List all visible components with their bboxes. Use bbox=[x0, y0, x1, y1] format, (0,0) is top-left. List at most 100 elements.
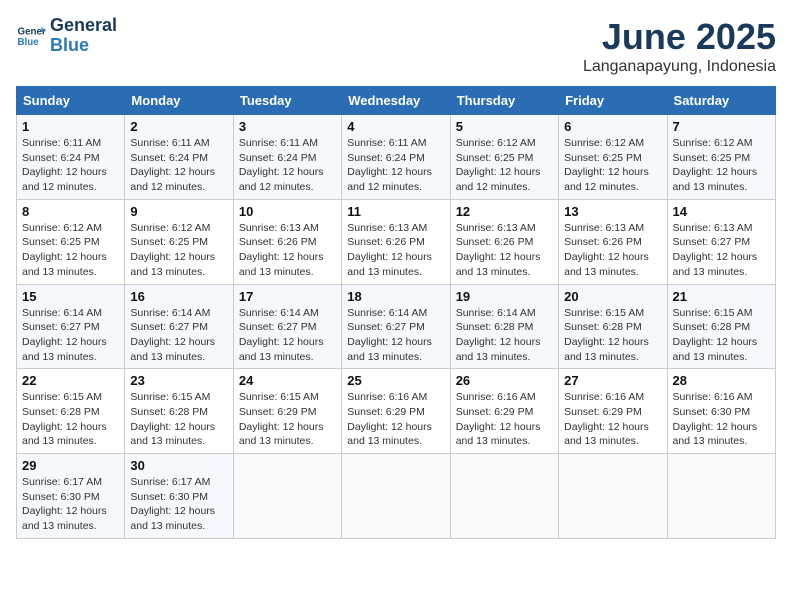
day-number: 29 bbox=[22, 458, 119, 473]
day-number: 27 bbox=[564, 373, 661, 388]
calendar-header: SundayMondayTuesdayWednesdayThursdayFrid… bbox=[17, 87, 776, 115]
calendar-cell: 30Sunrise: 6:17 AMSunset: 6:30 PMDayligh… bbox=[125, 454, 233, 539]
cell-info: Sunrise: 6:13 AMSunset: 6:26 PMDaylight:… bbox=[239, 221, 336, 280]
logo-text: General Blue bbox=[50, 16, 117, 56]
day-number: 7 bbox=[673, 119, 770, 134]
cell-info: Sunrise: 6:15 AMSunset: 6:28 PMDaylight:… bbox=[22, 390, 119, 449]
day-number: 6 bbox=[564, 119, 661, 134]
calendar-cell: 4 Sunrise: 6:11 AMSunset: 6:24 PMDaylight… bbox=[342, 115, 450, 200]
day-number: 5 bbox=[456, 119, 553, 134]
title-block: June 2025 Langanapayung, Indonesia bbox=[583, 16, 776, 76]
day-number: 19 bbox=[456, 289, 553, 304]
calendar-cell: 10 Sunrise: 6:13 AMSunset: 6:26 PMDayligh… bbox=[233, 199, 341, 284]
logo-line2: Blue bbox=[50, 36, 117, 56]
calendar-week-row: 15 Sunrise: 6:14 AMSunset: 6:27 PMDayligh… bbox=[17, 284, 776, 369]
cell-info: Sunrise: 6:12 AMSunset: 6:25 PMDaylight:… bbox=[456, 136, 553, 195]
cell-info: Sunrise: 6:16 AMSunset: 6:29 PMDaylight:… bbox=[564, 390, 661, 449]
calendar-subtitle: Langanapayung, Indonesia bbox=[583, 58, 776, 76]
calendar-cell: 7 Sunrise: 6:12 AMSunset: 6:25 PMDaylight… bbox=[667, 115, 775, 200]
calendar-cell: 27 Sunrise: 6:16 AMSunset: 6:29 PMDayligh… bbox=[559, 369, 667, 454]
cell-info: Sunrise: 6:12 AMSunset: 6:25 PMDaylight:… bbox=[673, 136, 770, 195]
day-number: 22 bbox=[22, 373, 119, 388]
calendar-cell: 21 Sunrise: 6:15 AMSunset: 6:28 PMDayligh… bbox=[667, 284, 775, 369]
day-number: 10 bbox=[239, 204, 336, 219]
weekday-header-row: SundayMondayTuesdayWednesdayThursdayFrid… bbox=[17, 87, 776, 115]
day-number: 28 bbox=[673, 373, 770, 388]
day-number: 1 bbox=[22, 119, 119, 134]
day-number: 23 bbox=[130, 373, 227, 388]
calendar-cell: 16Sunrise: 6:14 AMSunset: 6:27 PMDayligh… bbox=[125, 284, 233, 369]
cell-info: Sunrise: 6:16 AMSunset: 6:29 PMDaylight:… bbox=[347, 390, 444, 449]
cell-info: Sunrise: 6:12 AMSunset: 6:25 PMDaylight:… bbox=[130, 221, 227, 280]
calendar-title: June 2025 bbox=[583, 16, 776, 58]
svg-text:Blue: Blue bbox=[18, 37, 40, 48]
calendar-cell: 12Sunrise: 6:13 AMSunset: 6:26 PMDayligh… bbox=[450, 199, 558, 284]
day-number: 14 bbox=[673, 204, 770, 219]
cell-info: Sunrise: 6:15 AMSunset: 6:28 PMDaylight:… bbox=[130, 390, 227, 449]
calendar-cell: 15 Sunrise: 6:14 AMSunset: 6:27 PMDayligh… bbox=[17, 284, 125, 369]
weekday-header-sunday: Sunday bbox=[17, 87, 125, 115]
day-number: 4 bbox=[347, 119, 444, 134]
logo-icon: General Blue bbox=[16, 21, 46, 51]
cell-info: Sunrise: 6:14 AMSunset: 6:27 PMDaylight:… bbox=[239, 306, 336, 365]
cell-info: Sunrise: 6:13 AMSunset: 6:26 PMDaylight:… bbox=[456, 221, 553, 280]
weekday-header-saturday: Saturday bbox=[667, 87, 775, 115]
calendar-cell: 26 Sunrise: 6:16 AMSunset: 6:29 PMDayligh… bbox=[450, 369, 558, 454]
calendar-cell: 25Sunrise: 6:16 AMSunset: 6:29 PMDayligh… bbox=[342, 369, 450, 454]
calendar-cell: 11 Sunrise: 6:13 AMSunset: 6:26 PMDayligh… bbox=[342, 199, 450, 284]
weekday-header-monday: Monday bbox=[125, 87, 233, 115]
day-number: 2 bbox=[130, 119, 227, 134]
calendar-table: SundayMondayTuesdayWednesdayThursdayFrid… bbox=[16, 86, 776, 539]
calendar-cell: 14 Sunrise: 6:13 AMSunset: 6:27 PMDayligh… bbox=[667, 199, 775, 284]
calendar-cell: 8Sunrise: 6:12 AMSunset: 6:25 PMDaylight… bbox=[17, 199, 125, 284]
calendar-cell: 19Sunrise: 6:14 AMSunset: 6:28 PMDayligh… bbox=[450, 284, 558, 369]
cell-info: Sunrise: 6:17 AMSunset: 6:30 PMDaylight:… bbox=[22, 475, 119, 534]
cell-info: Sunrise: 6:14 AMSunset: 6:27 PMDaylight:… bbox=[22, 306, 119, 365]
cell-info: Sunrise: 6:13 AMSunset: 6:26 PMDaylight:… bbox=[347, 221, 444, 280]
calendar-week-row: 22 Sunrise: 6:15 AMSunset: 6:28 PMDayligh… bbox=[17, 369, 776, 454]
calendar-cell: 3Sunrise: 6:11 AMSunset: 6:24 PMDaylight… bbox=[233, 115, 341, 200]
calendar-cell: 18 Sunrise: 6:14 AMSunset: 6:27 PMDayligh… bbox=[342, 284, 450, 369]
day-number: 15 bbox=[22, 289, 119, 304]
calendar-cell: 23 Sunrise: 6:15 AMSunset: 6:28 PMDayligh… bbox=[125, 369, 233, 454]
calendar-week-row: 29 Sunrise: 6:17 AMSunset: 6:30 PMDayligh… bbox=[17, 454, 776, 539]
calendar-cell: 29 Sunrise: 6:17 AMSunset: 6:30 PMDayligh… bbox=[17, 454, 125, 539]
cell-info: Sunrise: 6:11 AMSunset: 6:24 PMDaylight:… bbox=[347, 136, 444, 195]
day-number: 11 bbox=[347, 204, 444, 219]
day-number: 20 bbox=[564, 289, 661, 304]
cell-info: Sunrise: 6:15 AMSunset: 6:28 PMDaylight:… bbox=[564, 306, 661, 365]
day-number: 21 bbox=[673, 289, 770, 304]
day-number: 17 bbox=[239, 289, 336, 304]
calendar-cell: 20 Sunrise: 6:15 AMSunset: 6:28 PMDayligh… bbox=[559, 284, 667, 369]
cell-info: Sunrise: 6:17 AMSunset: 6:30 PMDaylight:… bbox=[130, 475, 227, 534]
calendar-cell: 1 Sunrise: 6:11 AMSunset: 6:24 PMDaylight… bbox=[17, 115, 125, 200]
calendar-cell bbox=[342, 454, 450, 539]
day-number: 13 bbox=[564, 204, 661, 219]
page-header: General Blue General Blue June 2025 Lang… bbox=[16, 16, 776, 76]
weekday-header-friday: Friday bbox=[559, 87, 667, 115]
day-number: 18 bbox=[347, 289, 444, 304]
calendar-cell: 5 Sunrise: 6:12 AMSunset: 6:25 PMDaylight… bbox=[450, 115, 558, 200]
calendar-cell bbox=[667, 454, 775, 539]
cell-info: Sunrise: 6:12 AMSunset: 6:25 PMDaylight:… bbox=[22, 221, 119, 280]
weekday-header-wednesday: Wednesday bbox=[342, 87, 450, 115]
logo: General Blue General Blue bbox=[16, 16, 117, 56]
calendar-cell: 17 Sunrise: 6:14 AMSunset: 6:27 PMDayligh… bbox=[233, 284, 341, 369]
calendar-cell: 28Sunrise: 6:16 AMSunset: 6:30 PMDayligh… bbox=[667, 369, 775, 454]
day-number: 9 bbox=[130, 204, 227, 219]
day-number: 16 bbox=[130, 289, 227, 304]
logo-line1: General bbox=[50, 16, 117, 36]
cell-info: Sunrise: 6:15 AMSunset: 6:28 PMDaylight:… bbox=[673, 306, 770, 365]
cell-info: Sunrise: 6:14 AMSunset: 6:27 PMDaylight:… bbox=[347, 306, 444, 365]
cell-info: Sunrise: 6:12 AMSunset: 6:25 PMDaylight:… bbox=[564, 136, 661, 195]
cell-info: Sunrise: 6:11 AMSunset: 6:24 PMDaylight:… bbox=[22, 136, 119, 195]
weekday-header-thursday: Thursday bbox=[450, 87, 558, 115]
calendar-cell bbox=[233, 454, 341, 539]
cell-info: Sunrise: 6:13 AMSunset: 6:26 PMDaylight:… bbox=[564, 221, 661, 280]
calendar-body: 1 Sunrise: 6:11 AMSunset: 6:24 PMDaylight… bbox=[17, 115, 776, 539]
cell-info: Sunrise: 6:16 AMSunset: 6:29 PMDaylight:… bbox=[456, 390, 553, 449]
calendar-cell: 13 Sunrise: 6:13 AMSunset: 6:26 PMDayligh… bbox=[559, 199, 667, 284]
cell-info: Sunrise: 6:13 AMSunset: 6:27 PMDaylight:… bbox=[673, 221, 770, 280]
day-number: 26 bbox=[456, 373, 553, 388]
calendar-cell: 6 Sunrise: 6:12 AMSunset: 6:25 PMDaylight… bbox=[559, 115, 667, 200]
